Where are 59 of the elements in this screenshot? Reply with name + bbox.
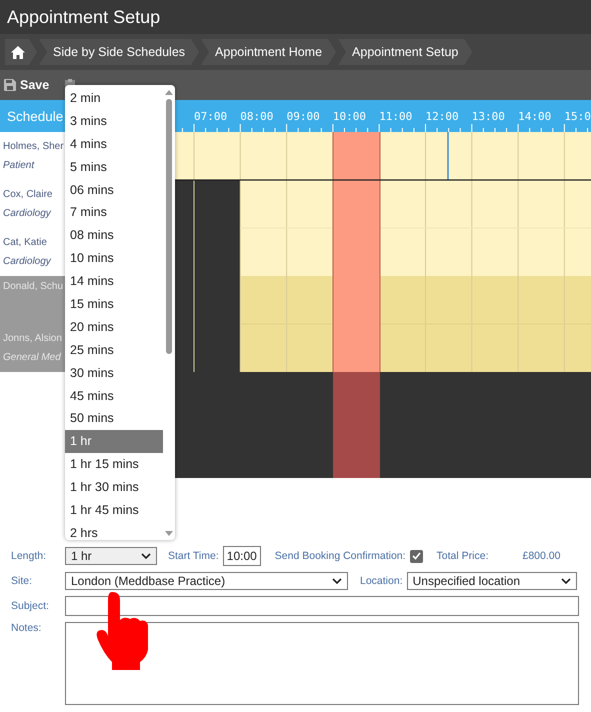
dropdown-option[interactable]: 20 mins (65, 316, 163, 339)
site-select[interactable]: London (Meddbase Practice) (65, 572, 348, 590)
dropdown-option[interactable]: 15 mins (65, 293, 163, 316)
time-label: 08:00 (240, 110, 274, 123)
dropdown-option[interactable]: 30 mins (65, 362, 163, 385)
time-label: 12:00 (426, 110, 459, 123)
dropdown-option[interactable]: 5 mins (65, 156, 163, 179)
send-confirmation-label: Send Booking Confirmation: (274, 550, 406, 562)
scroll-down-icon[interactable] (165, 531, 173, 536)
dropdown-option[interactable]: 1 hr (65, 430, 163, 454)
dropdown-option[interactable]: 2 min (65, 87, 163, 110)
dropdown-option[interactable]: 1 hr 30 mins (65, 476, 163, 500)
site-label: Site: (11, 575, 34, 587)
length-label: Length: (11, 550, 48, 562)
home-button[interactable] (5, 39, 37, 65)
dropdown-option[interactable]: 25 mins (65, 338, 163, 362)
start-time-label: Start Time: (168, 550, 219, 562)
dropdown-option[interactable]: 4 mins (65, 132, 163, 156)
subject-label: Subject: (11, 600, 50, 612)
window-title: Appointment Setup (7, 6, 160, 28)
schedule-grid[interactable] (175, 132, 591, 478)
time-label: 07:00 (194, 110, 228, 123)
time-label: 15:0 (564, 110, 591, 123)
total-price-value: £800.00 (522, 550, 560, 562)
dropdown-option[interactable]: 08 mins (65, 224, 163, 248)
time-label: 14:00 (518, 110, 552, 123)
schedule-title: Schedule (7, 108, 64, 124)
dropdown-option[interactable]: 50 mins (65, 407, 163, 430)
save-button[interactable]: Save (4, 78, 50, 92)
chevron-down-icon (560, 578, 571, 584)
home-icon (11, 46, 25, 58)
dropdown-option[interactable]: 45 mins (65, 384, 163, 408)
chevron-down-icon (332, 578, 342, 584)
total-price-label: Total Price: (436, 550, 488, 562)
time-label: 13:00 (472, 110, 505, 123)
location-select[interactable]: Unspecified location (406, 572, 577, 590)
time-label: 09:00 (286, 110, 320, 123)
notes-field[interactable] (65, 622, 579, 705)
breadcrumb-item[interactable]: Side by Side Schedules (39, 39, 200, 65)
scroll-up-icon[interactable] (165, 90, 173, 95)
dropdown-option[interactable]: 7 mins (65, 201, 163, 224)
dropdown-option[interactable]: 10 mins (65, 247, 163, 270)
time-label: 11:00 (379, 110, 412, 123)
length-select[interactable]: 1 hr (65, 547, 157, 565)
location-label: Location: (360, 575, 403, 587)
notes-label: Notes: (11, 622, 42, 634)
breadcrumb-item[interactable]: Appointment Setup (338, 39, 472, 65)
dropdown-option[interactable]: 2 hrs (65, 522, 163, 540)
dropdown-option[interactable]: 14 mins (65, 270, 163, 294)
confirmation-checkbox[interactable] (410, 550, 423, 562)
chevron-down-icon (141, 553, 151, 559)
start-time-field[interactable]: 10:00 (222, 546, 261, 566)
subject-field[interactable] (65, 596, 579, 616)
time-label: 10:00 (332, 110, 366, 123)
dropdown-option[interactable]: 1 hr 15 mins (65, 453, 163, 476)
dropdown-option[interactable]: 06 mins (65, 178, 163, 202)
dropdown-option[interactable]: 1 hr 45 mins (65, 499, 163, 522)
dropdown-option[interactable]: 3 mins (65, 110, 163, 133)
breadcrumb-item[interactable]: Appointment Home (201, 39, 336, 65)
